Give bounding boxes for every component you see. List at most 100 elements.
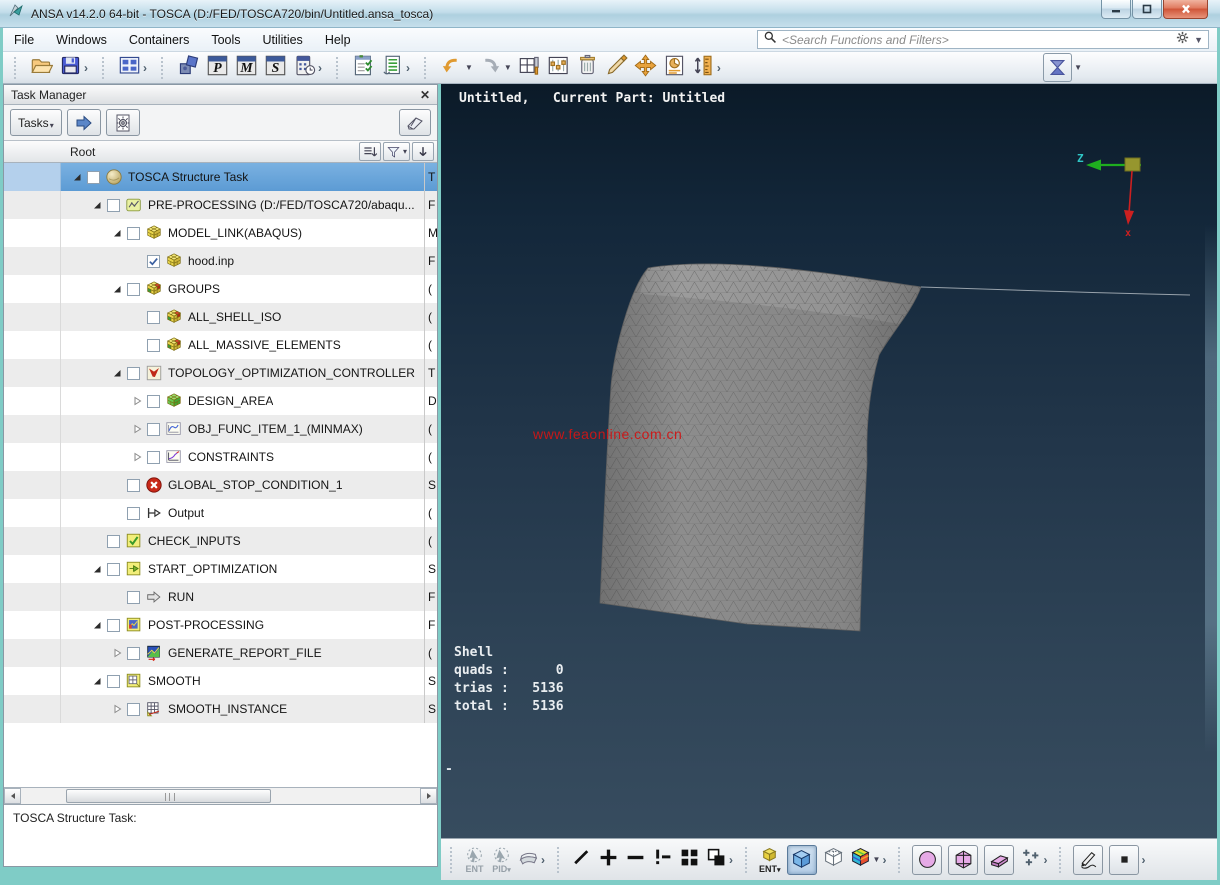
tree-row-hood-inp[interactable]: hood.inpF <box>4 247 437 275</box>
circle-pink-icon[interactable] <box>912 845 942 875</box>
letter-plate-button[interactable]: P <box>206 54 229 82</box>
toolbar-handle[interactable] <box>161 57 167 79</box>
cube-sections-icon[interactable] <box>948 845 978 875</box>
brush-icon[interactable] <box>605 54 628 82</box>
menu-utilities[interactable]: Utilities <box>252 29 314 51</box>
filter-button[interactable]: ▾ <box>383 142 410 161</box>
tree-row-model-link-abaqus[interactable]: MODEL_LINK(ABAQUS)M <box>4 219 437 247</box>
puzzle-button[interactable] <box>177 54 200 82</box>
toolbar-handle[interactable] <box>898 847 904 873</box>
tree-row-topology-optimization-controller[interactable]: TOPOLOGY_OPTIMIZATION_CONTROLLERT <box>4 359 437 387</box>
search-input[interactable]: <Search Functions and Filters> <box>782 33 1175 47</box>
expander-collapsed-icon[interactable] <box>131 423 144 436</box>
toolbar-handle[interactable] <box>1059 847 1065 873</box>
menu-windows[interactable]: Windows <box>45 29 118 51</box>
tree-row-checkbox[interactable] <box>127 479 140 492</box>
scroll-left-arrow[interactable] <box>4 788 21 804</box>
cube-wire-button[interactable] <box>823 847 844 873</box>
slab-pink-icon[interactable] <box>984 845 1014 875</box>
line-icon[interactable] <box>571 847 592 873</box>
tree-row-run[interactable]: RUNF <box>4 583 437 611</box>
close-icon[interactable]: ✕ <box>420 88 430 102</box>
toolbar-handle[interactable] <box>14 57 20 79</box>
toolbar-handle[interactable] <box>102 57 108 79</box>
move-down-button[interactable] <box>412 142 434 161</box>
tree-row-checkbox[interactable] <box>127 647 140 660</box>
plus-icon[interactable] <box>598 847 619 873</box>
tree-row-checkbox[interactable] <box>107 199 120 212</box>
script-list-icon[interactable] <box>381 54 404 82</box>
minus-icon[interactable] <box>625 847 646 873</box>
tree-row-checkbox[interactable] <box>127 703 140 716</box>
expander-expanded-icon[interactable] <box>91 563 104 576</box>
pen-button[interactable] <box>1073 845 1103 875</box>
trash-button[interactable] <box>576 54 599 82</box>
window-layout-chevron-icon[interactable]: › <box>143 61 147 75</box>
save-chevron-icon[interactable]: › <box>84 61 88 75</box>
tasks-button[interactable]: Tasks▾ <box>10 109 62 136</box>
undo-icon[interactable] <box>440 54 463 82</box>
calculator-button[interactable]: › <box>293 54 322 82</box>
minimize-button[interactable] <box>1101 0 1131 19</box>
redo-icon[interactable] <box>479 54 502 82</box>
letter-plate-icon[interactable]: S <box>264 54 287 82</box>
sliders-icon[interactable] <box>547 54 570 82</box>
tree-row-design-area[interactable]: DESIGN_AREAD <box>4 387 437 415</box>
tree-row-obj-func-item-1-minmax[interactable]: OBJ_FUNC_ITEM_1_(MINMAX)( <box>4 415 437 443</box>
letter-plate-icon[interactable]: P <box>206 54 229 82</box>
save-icon[interactable] <box>59 54 82 82</box>
letter-plate-icon[interactable]: M <box>235 54 258 82</box>
ruler-chevron-icon[interactable]: › <box>717 61 721 75</box>
tree-row-all-massive-elements[interactable]: ALL_MASSIVE_ELEMENTS( <box>4 331 437 359</box>
plus-cluster-icon[interactable] <box>1020 847 1041 873</box>
excl-minus-button[interactable] <box>652 847 673 873</box>
tree-row-checkbox[interactable] <box>127 591 140 604</box>
cube-wire-icon[interactable] <box>823 847 844 873</box>
search-options-dropdown-icon[interactable]: ▼ <box>1194 35 1203 45</box>
next-task-button[interactable] <box>67 109 101 136</box>
search-box[interactable]: <Search Functions and Filters> ▼ <box>757 30 1209 49</box>
checklist-button[interactable] <box>352 54 375 82</box>
quad-squares-button[interactable] <box>679 847 700 873</box>
scrollbar-thumb[interactable] <box>66 789 271 803</box>
tree-row-checkbox[interactable] <box>147 311 160 324</box>
overlap-squares-icon[interactable] <box>706 847 727 873</box>
ruler-button[interactable]: › <box>692 54 721 82</box>
scroll-right-arrow[interactable] <box>420 788 437 804</box>
tree-row-checkbox[interactable] <box>107 675 120 688</box>
viewport-3d[interactable]: Z x Untitled, Current Part: Untitled www… <box>441 84 1217 838</box>
tree-row-constraints[interactable]: CONSTRAINTS( <box>4 443 437 471</box>
menu-tools[interactable]: Tools <box>200 29 251 51</box>
info-sheet-button[interactable] <box>663 54 686 82</box>
tree-row-checkbox[interactable] <box>147 255 160 268</box>
quad-squares-icon[interactable] <box>679 847 700 873</box>
redo-dropdown-icon[interactable]: ▼ <box>504 63 512 72</box>
plus-cluster-button[interactable]: › <box>1020 847 1047 873</box>
tree-row-checkbox[interactable] <box>127 283 140 296</box>
calculator-icon[interactable] <box>293 54 316 82</box>
tree-row-checkbox[interactable] <box>147 395 160 408</box>
tree-row-checkbox[interactable] <box>107 563 120 576</box>
shell-surface-chevron-icon[interactable]: › <box>541 853 545 867</box>
line-button[interactable] <box>571 847 592 873</box>
tree-row-smooth[interactable]: SMOOTHS <box>4 667 437 695</box>
cube-rainbow-icon[interactable] <box>850 847 871 873</box>
ent-box-button[interactable]: ENT▾ <box>759 846 781 874</box>
letter-plate-button[interactable]: M <box>235 54 258 82</box>
move-arrows-button[interactable] <box>634 54 657 82</box>
expander-collapsed-icon[interactable] <box>111 647 124 660</box>
lens-blue-button[interactable]: ▼ <box>1043 53 1082 82</box>
task-settings-button[interactable] <box>106 109 140 136</box>
brush-button[interactable] <box>605 54 628 82</box>
close-button[interactable] <box>1163 0 1208 19</box>
sliders-button[interactable] <box>547 54 570 82</box>
expander-expanded-icon[interactable] <box>91 199 104 212</box>
gear-icon[interactable] <box>1175 30 1190 50</box>
trash-icon[interactable] <box>576 54 599 82</box>
undo-dropdown-icon[interactable]: ▼ <box>465 63 473 72</box>
tree-row-groups[interactable]: GROUPS( <box>4 275 437 303</box>
tree-row-start-optimization[interactable]: START_OPTIMIZATIONS <box>4 555 437 583</box>
menu-help[interactable]: Help <box>314 29 362 51</box>
expander-collapsed-icon[interactable] <box>131 395 144 408</box>
script-list-button[interactable]: › <box>381 54 410 82</box>
